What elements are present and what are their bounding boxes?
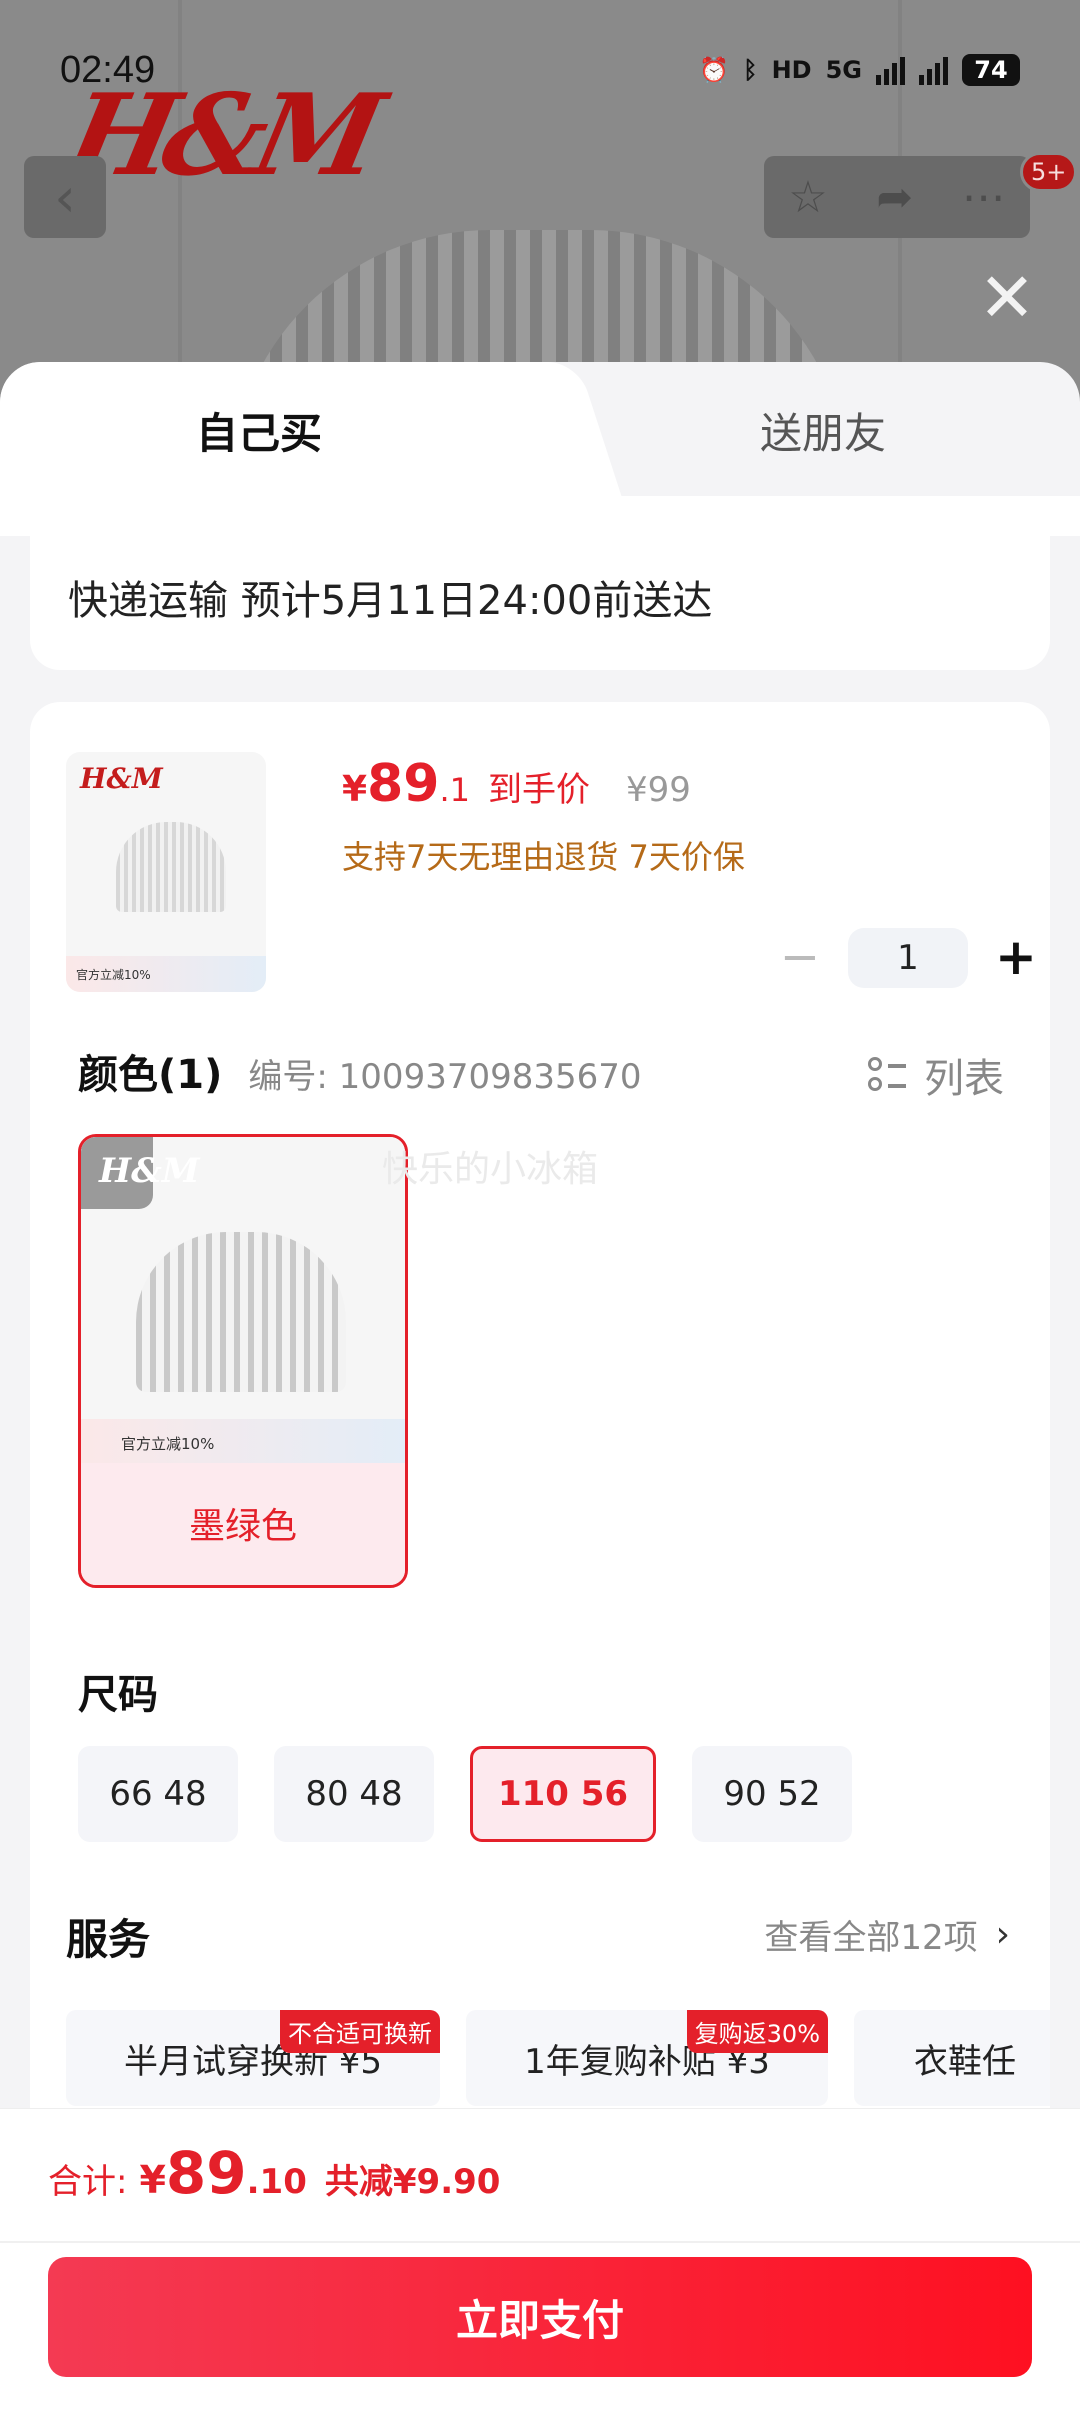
quantity-decrease-button[interactable]: − — [770, 928, 830, 988]
bluetooth-icon: ᛒ — [743, 56, 758, 84]
size-option-selected[interactable]: 110 56 — [470, 1746, 656, 1842]
color-option-card[interactable]: H&M 官方立减10% 墨绿色 — [78, 1134, 408, 1588]
thumb-shirt-image — [116, 822, 226, 912]
status-icons: ⏰ ᛒ HD 5G 74 — [699, 54, 1020, 86]
service-title: 服务 — [66, 1915, 151, 1964]
list-view-label: 列表 — [924, 1056, 1004, 1102]
hd-icon: HD — [771, 56, 812, 84]
list-icon — [868, 1055, 908, 1095]
price-tag: 到手价 — [487, 770, 590, 810]
status-time: 02:49 — [60, 48, 156, 91]
checkout-bar: 合计: ¥ 89 .10 共减¥9.90 立即支付 — [0, 2108, 1080, 2412]
signal-icon — [919, 55, 948, 85]
share-icon[interactable]: ➦ — [876, 172, 913, 223]
product-code: 编号: 10093709835670 — [248, 1057, 642, 1097]
color-option-promo-strip: 官方立减10% — [81, 1419, 405, 1463]
close-icon[interactable]: ✕ — [976, 265, 1038, 333]
service-option[interactable]: 1年复购补贴 ¥3 复购返30% — [466, 2010, 828, 2106]
chevron-right-icon: › — [995, 1914, 1010, 1955]
favorite-icon[interactable]: ☆ — [788, 172, 827, 223]
purchase-tabs: 自己买 送朋友 — [0, 362, 1080, 498]
service-option-label: 衣鞋任 — [914, 2041, 1016, 2082]
total-decimal: .10 — [246, 2162, 307, 2202]
product-options-card: H&M 官方立减10% ¥ 89 .1 到手价 ¥99 支持7天无理由退货 7天… — [30, 702, 1050, 2202]
status-bar: 02:49 ⏰ ᛒ HD 5G 74 — [60, 46, 1020, 94]
color-option-logo: H&M — [99, 1151, 200, 1191]
return-policy: 支持7天无理由退货 7天价保 — [342, 838, 745, 876]
size-options: 66 48 80 48 110 56 90 52 — [78, 1746, 852, 1842]
view-all-services-label: 查看全部12项 — [764, 1918, 978, 1958]
divider — [0, 2241, 1080, 2243]
chevron-left-icon: ‹ — [54, 165, 76, 229]
pay-now-button[interactable]: 立即支付 — [48, 2257, 1032, 2377]
total-integer: 89 — [165, 2139, 247, 2207]
service-options: 半月试穿换新 ¥5 不合适可换新 1年复购补贴 ¥3 复购返30% 衣鞋任 — [66, 2010, 1050, 2110]
thumb-brand-logo: H&M — [80, 762, 163, 795]
price-currency: ¥ — [342, 769, 368, 810]
back-button[interactable]: ‹ — [24, 156, 106, 238]
size-title: 尺码 — [78, 1672, 158, 1718]
original-price: ¥99 — [625, 770, 691, 810]
watermark-text: 快乐的小冰箱 — [382, 1149, 599, 1190]
service-option[interactable]: 半月试穿换新 ¥5 不合适可换新 — [66, 2010, 440, 2106]
total-line: 合计: ¥ 89 .10 共减¥9.90 — [48, 2139, 500, 2207]
quantity-stepper: − 1 + — [770, 928, 1046, 988]
tab-buy-self[interactable]: 自己买 — [196, 400, 322, 461]
signal-icon — [876, 55, 905, 85]
battery-icon: 74 — [962, 54, 1020, 86]
size-option[interactable]: 66 48 — [78, 1746, 238, 1842]
background-product-page: H&M 02:49 ⏰ ᛒ HD 5G 74 ‹ ☆ ➦ ⋯ 5+ ✕ — [0, 0, 1080, 420]
color-option-logo-badge: H&M — [81, 1137, 199, 1209]
total-discount: 共减¥9.90 — [324, 2162, 501, 2202]
service-option[interactable]: 衣鞋任 — [854, 2010, 1050, 2106]
color-title: 颜色(1) — [78, 1052, 223, 1098]
price-line: ¥ 89 .1 到手价 ¥99 — [342, 754, 691, 814]
size-option[interactable]: 90 52 — [692, 1746, 852, 1842]
total-label: 合计: — [48, 2162, 128, 2202]
thumb-promo-strip: 官方立减10% — [66, 956, 266, 992]
quantity-value[interactable]: 1 — [848, 928, 968, 988]
alarm-icon: ⏰ — [699, 56, 730, 84]
more-icon[interactable]: ⋯ — [962, 172, 1006, 223]
price-integer: 89 — [367, 754, 440, 814]
total-currency: ¥ — [139, 2158, 166, 2202]
service-option-badge: 不合适可换新 — [280, 2010, 440, 2053]
product-thumbnail: H&M 官方立减10% — [66, 752, 266, 992]
quantity-increase-button[interactable]: + — [986, 928, 1046, 988]
size-option[interactable]: 80 48 — [274, 1746, 434, 1842]
network-label: 5G — [825, 56, 862, 84]
delivery-estimate: 快递运输 预计5月11日24:00前送达 — [68, 578, 713, 624]
message-badge: 5+ — [1020, 152, 1078, 192]
purchase-sheet: 自己买 送朋友 快递运输 预计5月11日24:00前送达 H&M 官方立减10%… — [0, 362, 1080, 2412]
view-all-services-link[interactable]: 查看全部12项 › — [764, 1910, 1010, 1959]
tab-gift-friend[interactable]: 送朋友 — [760, 400, 886, 461]
color-option-label: 墨绿色 — [81, 1463, 405, 1585]
color-header: 颜色(1) 编号: 10093709835670 — [78, 1042, 642, 1100]
color-option-shirt — [136, 1232, 346, 1392]
service-option-badge: 复购返30% — [686, 2010, 828, 2053]
delivery-card: 快递运输 预计5月11日24:00前送达 — [30, 498, 1050, 670]
price-decimal: .1 — [439, 771, 470, 809]
list-view-toggle[interactable]: 列表 — [868, 1046, 1004, 1104]
top-action-group: ☆ ➦ ⋯ — [764, 156, 1030, 238]
